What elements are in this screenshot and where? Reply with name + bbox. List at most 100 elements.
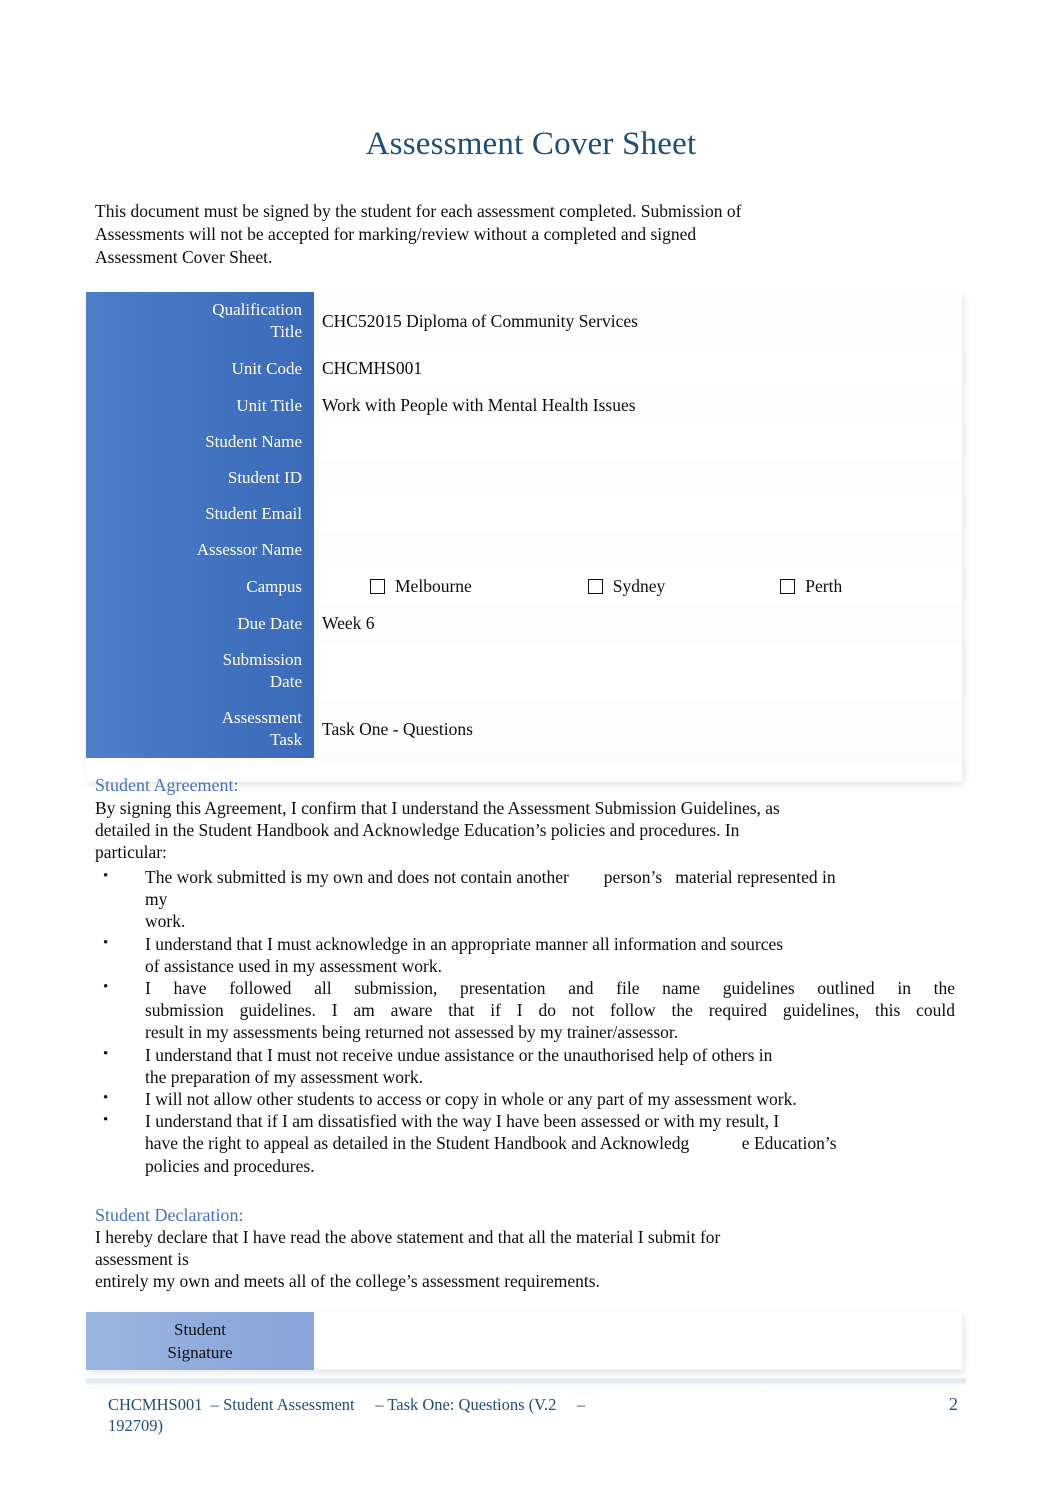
label-line: Student ID xyxy=(227,468,302,487)
table-row: Submission Date xyxy=(86,642,962,703)
field-label-text: Campus xyxy=(94,576,302,598)
field-value-campus[interactable]: Melbourne Sydney Perth xyxy=(314,568,962,608)
campus-option-melbourne[interactable]: Melbourne xyxy=(370,575,472,597)
label-line: Title xyxy=(270,322,302,341)
list-item-line: of assistance used in my assessment work… xyxy=(145,955,442,976)
field-value-student-name[interactable] xyxy=(314,424,962,463)
field-label-text: Assessor Name xyxy=(94,539,302,561)
footer-line: CHCMHS001 – Student Assessment – Task On… xyxy=(108,1395,586,1414)
table-row: Qualification Title CHC52015 Diploma of Co… xyxy=(86,292,962,353)
declaration-line: assessment is xyxy=(95,1249,189,1269)
footer-reference-text: CHCMHS001 – Student Assessment – Task On… xyxy=(108,1394,585,1436)
list-item-line: submission guidelines. I am aware that i… xyxy=(145,1000,955,1021)
campus-options: Melbourne Sydney Perth xyxy=(322,575,952,597)
field-label-text: Qualification Title xyxy=(94,299,302,343)
list-item: I understand that I must acknowledge in … xyxy=(95,932,955,977)
field-value-student-email[interactable] xyxy=(314,496,962,535)
field-value-qualification-title[interactable]: CHC52015 Diploma of Community Services xyxy=(314,292,962,353)
checkbox-icon[interactable] xyxy=(780,578,796,594)
campus-option-label: Melbourne xyxy=(395,576,472,596)
label-line: Student xyxy=(174,1320,226,1339)
field-label-campus: Campus xyxy=(86,568,314,605)
field-label-text: Student ID xyxy=(94,467,302,489)
intro-line: This document must be signed by the stud… xyxy=(95,201,742,221)
table-row: Assessor Name xyxy=(86,532,962,571)
intro-line: Assessments will not be accepted for mar… xyxy=(95,224,697,244)
field-label-assessor-name: Assessor Name xyxy=(86,532,314,568)
agreement-lead-line: particular: xyxy=(95,842,167,862)
list-item-line: my xyxy=(145,889,168,910)
declaration-line: I hereby declare that I have read the ab… xyxy=(95,1227,721,1247)
field-value-unit-title[interactable]: Work with People with Mental Health Issu… xyxy=(314,387,962,427)
field-value-assessor-name[interactable] xyxy=(314,532,962,571)
list-item-line: I understand that if I am dissatisfied w… xyxy=(145,1111,780,1132)
campus-option-label: Perth xyxy=(805,576,843,596)
field-label-text: Unit Title xyxy=(94,395,302,417)
student-signature-field[interactable] xyxy=(314,1312,962,1370)
field-label-text: Assessment Task xyxy=(94,707,302,751)
table-row: Unit Code CHCMHS001 xyxy=(86,350,962,390)
label-line: Student Name xyxy=(205,432,302,451)
label-line: Campus xyxy=(246,576,302,596)
field-label-qualification-title: Qualification Title xyxy=(86,292,314,350)
table-row: Unit Title Work with People with Mental H… xyxy=(86,387,962,427)
label-line: Due Date xyxy=(237,613,302,633)
intro-line: Assessment Cover Sheet. xyxy=(95,247,273,267)
label-line: Date xyxy=(269,672,302,691)
field-value-assessment-task[interactable]: Task One - Questions xyxy=(314,700,962,761)
field-value-due-date[interactable]: Week 6 xyxy=(314,605,962,645)
list-item-line: I understand that I must acknowledge in … xyxy=(145,933,784,954)
document-page: Assessment Cover Sheet This document mus… xyxy=(0,0,1062,1505)
list-item: I understand that if I am dissatisfied w… xyxy=(95,1109,955,1177)
list-item-line: I have followed all submission, presenta… xyxy=(145,978,955,999)
intro-paragraph: This document must be signed by the stud… xyxy=(95,200,835,269)
page-title: Assessment Cover Sheet xyxy=(365,126,697,162)
field-label-text: Due Date xyxy=(94,613,302,635)
table-row: Due Date Week 6 xyxy=(86,605,962,645)
signature-label-text: Student Signature xyxy=(167,1318,232,1364)
footer-divider xyxy=(86,1378,966,1385)
field-label-text: Unit Code xyxy=(94,358,302,380)
student-signature-table: Student Signature xyxy=(86,1312,962,1370)
footer-page-number: 2 xyxy=(949,1394,958,1414)
table-row: Student ID xyxy=(86,460,962,499)
field-label-due-date: Due Date xyxy=(86,605,314,642)
table-row: Student Signature xyxy=(86,1312,962,1370)
field-value-student-id[interactable] xyxy=(314,460,962,499)
table-row: Campus Melbourne Sydney Perth xyxy=(86,568,962,608)
declaration-line: entirely my own and meets all of the col… xyxy=(95,1271,600,1291)
campus-option-perth[interactable]: Perth xyxy=(780,575,842,597)
list-item-line: the preparation of my assessment work. xyxy=(145,1066,423,1087)
label-line: Unit Code xyxy=(231,358,302,378)
student-declaration-section: Student Declaration: I hereby declare th… xyxy=(95,1204,955,1292)
campus-option-sydney[interactable]: Sydney xyxy=(587,575,666,597)
field-value-submission-date[interactable] xyxy=(314,642,962,703)
list-item-line: I will not allow other students to acces… xyxy=(145,1089,797,1110)
list-item: I have followed all submission, presenta… xyxy=(95,976,955,1044)
list-item-line: I understand that I must not receive und… xyxy=(145,1044,773,1065)
label-line: Signature xyxy=(167,1343,233,1362)
table-row: Student Name xyxy=(86,424,962,463)
field-label-student-id: Student ID xyxy=(86,460,314,496)
student-agreement-heading: Student Agreement: xyxy=(95,775,239,795)
list-item: I will not allow other students to acces… xyxy=(95,1087,955,1110)
list-item-line: result in my assessments being returned … xyxy=(145,1022,679,1043)
campus-option-label: Sydney xyxy=(612,576,666,596)
list-item: I understand that I must not receive und… xyxy=(95,1043,955,1088)
checkbox-icon[interactable] xyxy=(587,578,603,594)
agreement-lead-line: detailed in the Student Handbook and Ack… xyxy=(95,820,740,840)
field-value-unit-code[interactable]: CHCMHS001 xyxy=(314,350,962,390)
list-item: The work submitted is my own and does no… xyxy=(95,865,955,933)
field-label-student-name: Student Name xyxy=(86,424,314,460)
label-line: Student Email xyxy=(205,504,302,523)
list-item-line: have the right to appeal as detailed in … xyxy=(145,1133,837,1154)
field-label-text: Student Email xyxy=(94,503,302,525)
label-line: Qualification xyxy=(212,300,302,319)
label-line: Assessment xyxy=(221,708,302,727)
table-row: Student Email xyxy=(86,496,962,535)
field-label-text: Student Name xyxy=(94,431,302,453)
assessment-details-table: Qualification Title CHC52015 Diploma of Co… xyxy=(86,292,962,782)
student-declaration-heading: Student Declaration: xyxy=(95,1205,244,1225)
field-label-student-email: Student Email xyxy=(86,496,314,532)
checkbox-icon[interactable] xyxy=(370,578,385,594)
